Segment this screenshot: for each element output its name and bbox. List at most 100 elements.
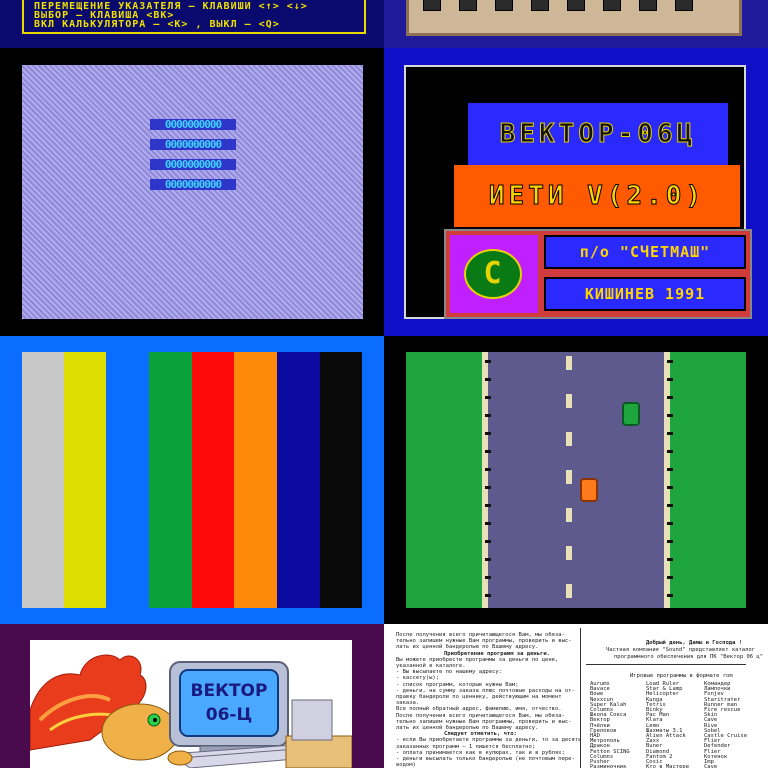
subtitle-banner: ИЕТИ V(2.0) xyxy=(454,165,740,227)
edge-tick xyxy=(667,414,673,417)
edge-tick xyxy=(667,468,673,471)
cartoon-canvas: ВЕКТОР 06-Ц xyxy=(29,640,353,768)
catalog-rule xyxy=(586,664,746,665)
edge-tick xyxy=(485,378,491,381)
edge-tick xyxy=(485,432,491,435)
catalog-program-name: Кто в Мастере xyxy=(646,764,690,768)
edge-tick xyxy=(667,540,673,543)
digit-row: 0000000000 xyxy=(150,179,236,190)
lane-dash xyxy=(566,470,572,484)
document-line: водом) xyxy=(396,762,416,768)
screen-text: 06-Ц xyxy=(206,705,252,725)
document-line: - деньги высылать только бандеролью (не … xyxy=(396,756,575,762)
edge-tick xyxy=(667,378,673,381)
color-bar xyxy=(277,352,320,608)
title-frame: ВЕКТОР-06Ц ИЕТИ V(2.0) С п/о "СЧЕТМАШ" К… xyxy=(404,65,752,319)
publisher-text: п/о "СЧЕТМАШ" xyxy=(544,235,746,269)
edge-tick xyxy=(485,504,491,507)
lane-dash xyxy=(566,508,572,522)
circuit-board xyxy=(406,0,742,36)
catalog-section-title: Игровые программы в формате rom xyxy=(630,673,733,679)
edge-tick xyxy=(485,594,491,597)
edge-tick xyxy=(485,522,491,525)
catalog-document: После получения всего причитающегося Вам… xyxy=(384,624,768,768)
road-edge-left xyxy=(482,352,488,608)
chip xyxy=(423,0,441,11)
edge-tick xyxy=(485,450,491,453)
orange-car-icon xyxy=(580,478,598,502)
lane-dash xyxy=(566,584,572,598)
chip xyxy=(639,0,657,11)
circuit-board-photo xyxy=(384,0,768,48)
color-bar xyxy=(149,352,192,608)
edge-tick xyxy=(667,432,673,435)
color-bar xyxy=(22,352,64,608)
road-game-screen xyxy=(384,336,768,624)
chip xyxy=(459,0,477,11)
digit-row: 0000000000 xyxy=(150,119,236,130)
cartoon-drawing: ВЕКТОР 06-Ц xyxy=(29,654,353,768)
title-banner: ВЕКТОР-06Ц xyxy=(468,103,728,165)
color-bar xyxy=(320,352,362,608)
catalog-program-name: Cave xyxy=(704,764,718,768)
catalog-intro: Частная компания "Sound" представляет ка… xyxy=(606,647,756,653)
edge-tick xyxy=(667,360,673,363)
cartoon-illustration: ВЕКТОР 06-Ц xyxy=(0,624,384,768)
color-bar xyxy=(106,352,149,608)
green-car-icon xyxy=(622,402,640,426)
lane-dash xyxy=(566,394,572,408)
pattern-screen: 0000000000 0000000000 0000000000 0000000… xyxy=(0,48,384,336)
menu-line: ВКЛ КАЛЬКУЛЯТОРА — <К> , ВЫКЛ — <Q> xyxy=(34,19,280,30)
edge-tick xyxy=(667,450,673,453)
color-bars-screen xyxy=(0,336,384,624)
edge-tick xyxy=(485,576,491,579)
edge-tick xyxy=(485,540,491,543)
chip xyxy=(495,0,513,11)
road xyxy=(482,352,670,608)
column-divider xyxy=(580,628,581,768)
edge-tick xyxy=(485,558,491,561)
chip xyxy=(675,0,693,11)
lane-dash xyxy=(566,356,572,370)
chip xyxy=(567,0,585,11)
edge-tick xyxy=(485,360,491,363)
edge-tick xyxy=(667,522,673,525)
edge-tick xyxy=(485,414,491,417)
edge-tick xyxy=(485,396,491,399)
menu-help-screen: ПЕРЕМЕЩЕНИЕ УКАЗАТЕЛЯ — КЛАВИШИ <↑> <↓> … xyxy=(0,0,384,48)
zigzag-background: 0000000000 0000000000 0000000000 0000000… xyxy=(22,65,363,319)
publisher-panel: С п/о "СЧЕТМАШ" КИШИНЕВ 1991 xyxy=(444,229,752,319)
edge-tick xyxy=(485,468,491,471)
city-year-text: КИШИНЕВ 1991 xyxy=(544,277,746,311)
edge-tick xyxy=(667,576,673,579)
vektor-title-screen: ВЕКТОР-06Ц ИЕТИ V(2.0) С п/о "СЧЕТМАШ" К… xyxy=(384,48,768,336)
chip xyxy=(603,0,621,11)
logo-icon: С xyxy=(464,249,522,299)
color-bar xyxy=(64,352,106,608)
color-bar xyxy=(192,352,234,608)
edge-tick xyxy=(667,558,673,561)
catalog-greeting: Добрый день, Дамы и Господа ! xyxy=(646,640,743,646)
title-text: ВЕКТОР-06Ц xyxy=(499,119,697,150)
lane-dash xyxy=(566,432,572,446)
digit-row: 0000000000 xyxy=(150,139,236,150)
grass-left xyxy=(406,352,482,608)
menu-help-frame: ПЕРЕМЕЩЕНИЕ УКАЗАТЕЛЯ — КЛАВИШИ <↑> <↓> … xyxy=(22,0,366,34)
road-edge-right xyxy=(664,352,670,608)
edge-tick xyxy=(667,504,673,507)
edge-tick xyxy=(667,486,673,489)
edge-tick xyxy=(667,396,673,399)
edge-tick xyxy=(667,594,673,597)
grass-right xyxy=(670,352,746,608)
logo-box: С xyxy=(450,235,538,313)
lane-dash xyxy=(566,546,572,560)
screen-text: ВЕКТОР xyxy=(191,681,268,701)
document-line: правку бандероли по ценнику, действующим… xyxy=(396,694,562,700)
chip xyxy=(531,0,549,11)
catalog-intro: программного обеспечения для ПК "Вектор … xyxy=(614,654,764,660)
edge-tick xyxy=(485,486,491,489)
catalog-program-name: Разминочник xyxy=(590,764,627,768)
digit-row: 0000000000 xyxy=(150,159,236,170)
subtitle-text: ИЕТИ V(2.0) xyxy=(488,181,706,212)
color-bar xyxy=(234,352,277,608)
